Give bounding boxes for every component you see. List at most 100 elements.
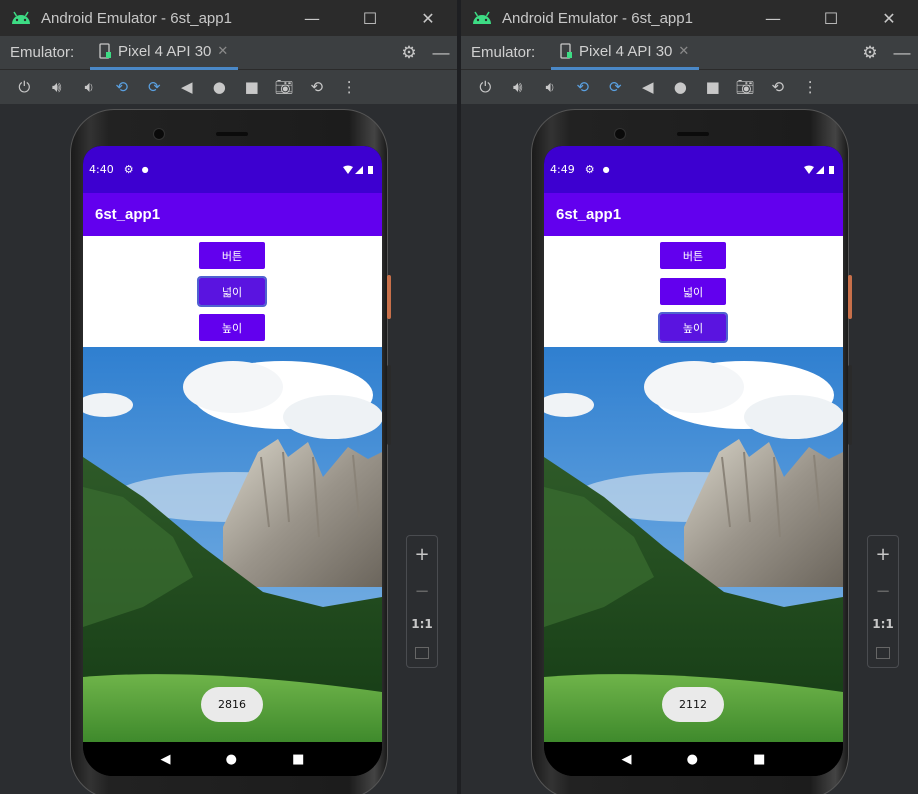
more-icon[interactable]: ⋮ [333,77,366,97]
camera-icon[interactable]: 📷︎ [729,77,762,97]
button-panel: 버튼 넓이 높이 [83,236,382,347]
power-icon[interactable]: ⏻ [469,77,502,97]
emulator-label: Emulator: [471,44,536,61]
volume-down-icon[interactable]: 🔉︎ [534,77,567,97]
volume-side-button [387,365,391,445]
app-title: 6st_app1 [556,206,622,223]
power-side-button [848,275,852,319]
gear-icon[interactable]: ⚙ [854,43,886,63]
wifi-signal-battery-icon [804,165,834,174]
notification-dot-icon: ● [602,165,610,174]
fit-screen-icon[interactable] [415,647,429,660]
close-button[interactable]: ✕ [399,9,457,28]
title-bar: Android Emulator - 6st_app1 — ☐ ✕ [461,0,918,36]
zoom-controls: + − 1:1 [867,535,899,668]
app-bar: 6st_app1 [544,193,843,236]
rotate-left-icon[interactable]: ⟲ [567,77,600,97]
collapse-icon[interactable]: — [886,43,918,63]
more-icon[interactable]: ⋮ [794,77,827,97]
android-logo-icon [473,11,491,24]
phone-screen: 4:49 ⚙ ● 6st_app1 버튼 넓이 높이 2112 ◀ ● ■ [544,146,843,776]
title-bar: Android Emulator - 6st_app1 — ☐ ✕ [0,0,457,36]
home-icon[interactable]: ● [203,77,236,97]
phone-screen: 4:40 ⚙ ● 6st_app1 버튼 넓이 높이 2816 ◀ ● ■ [83,146,382,776]
overview-icon[interactable]: ■ [236,77,269,97]
minimize-button[interactable]: — [744,9,802,28]
nav-home-icon[interactable]: ● [226,752,237,767]
height-button[interactable]: 높이 [199,314,265,341]
volume-down-icon[interactable]: 🔉︎ [73,77,106,97]
rotate-right-icon[interactable]: ⟳ [599,77,632,97]
nav-bar: ◀ ● ■ [83,742,382,776]
landscape-image: 2112 [544,347,843,742]
width-button[interactable]: 넓이 [660,278,726,305]
tab-label: Pixel 4 API 30 [579,42,673,60]
nav-bar: ◀ ● ■ [544,742,843,776]
nav-back-icon[interactable]: ◀ [161,752,171,767]
button-panel: 버튼 넓이 높이 [544,236,843,347]
height-button[interactable]: 높이 [658,312,728,343]
snapshot-icon[interactable]: ⟲ [762,77,795,97]
zoom-1-1-button[interactable]: 1:1 [872,617,894,631]
snapshot-icon[interactable]: ⟲ [301,77,334,97]
settings-notification-icon: ⚙ [584,163,595,176]
tab-close-icon[interactable]: ✕ [217,43,228,59]
toast-message: 2112 [662,687,724,722]
app-title: 6st_app1 [95,206,161,223]
toast-message: 2816 [201,687,263,722]
phone-frame: 4:40 ⚙ ● 6st_app1 버튼 넓이 높이 2816 ◀ ● ■ [70,109,391,794]
nav-recents-icon[interactable]: ■ [292,752,304,767]
close-button[interactable]: ✕ [860,9,918,28]
device-icon [560,43,572,59]
device-tab-row: Emulator: Pixel 4 API 30 ✕ ⚙ — [461,36,918,70]
button-button[interactable]: 버튼 [660,242,726,269]
tab-pixel-4[interactable]: Pixel 4 API 30 ✕ [90,36,239,70]
zoom-out-button[interactable]: − [414,581,429,602]
front-camera-icon [153,128,165,140]
nav-back-icon[interactable]: ◀ [622,752,632,767]
collapse-icon[interactable]: — [425,43,457,63]
status-bar: 4:49 ⚙ ● [544,146,843,193]
overview-icon[interactable]: ■ [697,77,730,97]
zoom-out-button[interactable]: − [875,581,890,602]
wifi-signal-battery-icon [343,165,373,174]
settings-notification-icon: ⚙ [123,163,134,176]
nav-home-icon[interactable]: ● [687,752,698,767]
volume-side-button [848,365,852,445]
minimize-button[interactable]: — [283,9,341,28]
tab-label: Pixel 4 API 30 [118,42,212,60]
phone-frame: 4:49 ⚙ ● 6st_app1 버튼 넓이 높이 2112 ◀ ● ■ [531,109,852,794]
volume-up-icon[interactable]: 🔊︎ [41,77,74,97]
back-icon[interactable]: ◀ [171,77,204,97]
device-stage: 4:49 ⚙ ● 6st_app1 버튼 넓이 높이 2112 ◀ ● ■ [461,104,918,794]
zoom-in-button[interactable]: + [875,544,890,565]
button-button[interactable]: 버튼 [199,242,265,269]
front-camera-icon [614,128,626,140]
gear-icon[interactable]: ⚙ [393,43,425,63]
volume-up-icon[interactable]: 🔊︎ [502,77,535,97]
maximize-button[interactable]: ☐ [802,9,860,28]
android-logo-icon [12,11,30,24]
emulator-label: Emulator: [10,44,75,61]
zoom-1-1-button[interactable]: 1:1 [411,617,433,631]
power-icon[interactable]: ⏻ [8,77,41,97]
width-button[interactable]: 넓이 [197,276,267,307]
nav-recents-icon[interactable]: ■ [753,752,765,767]
zoom-controls: + − 1:1 [406,535,438,668]
camera-icon[interactable]: 📷︎ [268,77,301,97]
fit-screen-icon[interactable] [876,647,890,660]
emulator-toolbar: ⏻ 🔊︎ 🔉︎ ⟲ ⟳ ◀ ● ■ 📷︎ ⟲ ⋮ [0,70,457,104]
tab-close-icon[interactable]: ✕ [678,43,689,59]
home-icon[interactable]: ● [664,77,697,97]
status-time: 4:49 [550,163,575,176]
maximize-button[interactable]: ☐ [341,9,399,28]
speaker-grille [216,132,248,136]
tab-pixel-4[interactable]: Pixel 4 API 30 ✕ [551,36,700,70]
device-stage: 4:40 ⚙ ● 6st_app1 버튼 넓이 높이 2816 ◀ ● ■ [0,104,457,794]
back-icon[interactable]: ◀ [632,77,665,97]
emulator-toolbar: ⏻ 🔊︎ 🔉︎ ⟲ ⟳ ◀ ● ■ 📷︎ ⟲ ⋮ [461,70,918,104]
device-tab-row: Emulator: Pixel 4 API 30 ✕ ⚙ — [0,36,457,70]
zoom-in-button[interactable]: + [414,544,429,565]
rotate-right-icon[interactable]: ⟳ [138,77,171,97]
rotate-left-icon[interactable]: ⟲ [106,77,139,97]
